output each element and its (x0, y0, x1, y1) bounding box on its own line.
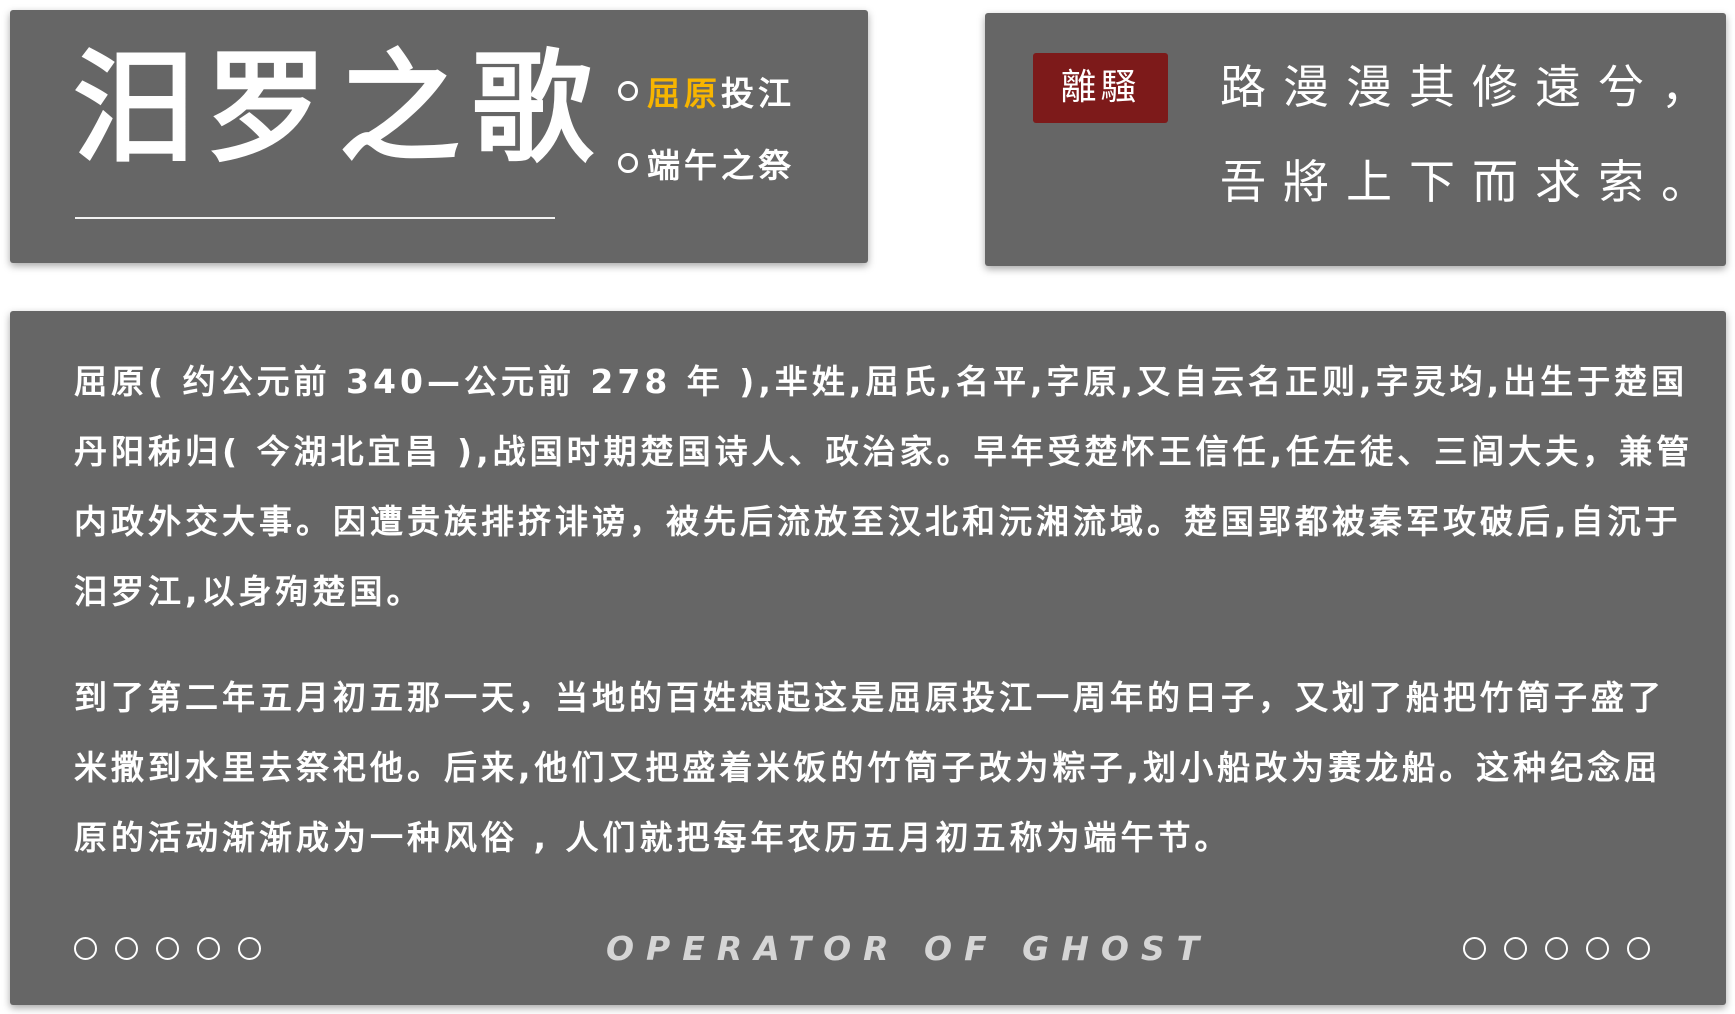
lisao-seal: 離騷 (1033, 53, 1168, 123)
menu-item-quyuan[interactable]: 屈原 投江 (618, 73, 795, 113)
menu-item-highlight: 屈原 (647, 74, 721, 113)
footer-dots-left (74, 937, 261, 960)
footer-dots-right (1463, 937, 1650, 960)
footer-brand-text: OPERATOR OF GHOST (606, 929, 1212, 968)
circle-outline-icon (115, 937, 138, 960)
article-paragraph: 屈原( 约公元前 340—公元前 278 年 ),芈姓,屈氏,名平,字原,又自云… (74, 362, 1694, 611)
circle-outline-icon (618, 81, 638, 101)
title-card: 汨罗之歌 屈原 投江 端午之祭 (10, 10, 868, 263)
article-paragraph: 到了第二年五月初五那一天，当地的百姓想起这是屈原投江一周年的日子，又划了船把竹筒… (74, 678, 1665, 857)
circle-outline-icon (1504, 937, 1527, 960)
topic-menu: 屈原 投江 端午之祭 (618, 73, 795, 217)
circle-outline-icon (74, 937, 97, 960)
article-body: 屈原( 约公元前 340—公元前 278 年 ),芈姓,屈氏,名平,字原,又自云… (74, 347, 1694, 873)
circle-outline-icon (1545, 937, 1568, 960)
poem-line: 吾將上下而求索。 (1220, 155, 1724, 209)
circle-outline-icon (1627, 937, 1650, 960)
circle-outline-icon (156, 937, 179, 960)
menu-item-duanwu[interactable]: 端午之祭 (618, 145, 795, 185)
article-card: 屈原( 约公元前 340—公元前 278 年 ),芈姓,屈氏,名平,字原,又自云… (10, 311, 1726, 1005)
circle-outline-icon (197, 937, 220, 960)
circle-outline-icon (238, 937, 261, 960)
poem-card: 離騷 路漫漫其修遠兮， 吾將上下而求索。 (985, 13, 1726, 266)
circle-outline-icon (618, 153, 638, 173)
circle-outline-icon (1586, 937, 1609, 960)
menu-item-label: 端午之祭 (647, 146, 795, 185)
poem-line: 路漫漫其修遠兮， (1220, 60, 1724, 114)
title-underline (75, 217, 555, 219)
menu-item-label: 投江 (721, 74, 795, 113)
circle-outline-icon (1463, 937, 1486, 960)
main-title: 汨罗之歌 (73, 38, 606, 179)
